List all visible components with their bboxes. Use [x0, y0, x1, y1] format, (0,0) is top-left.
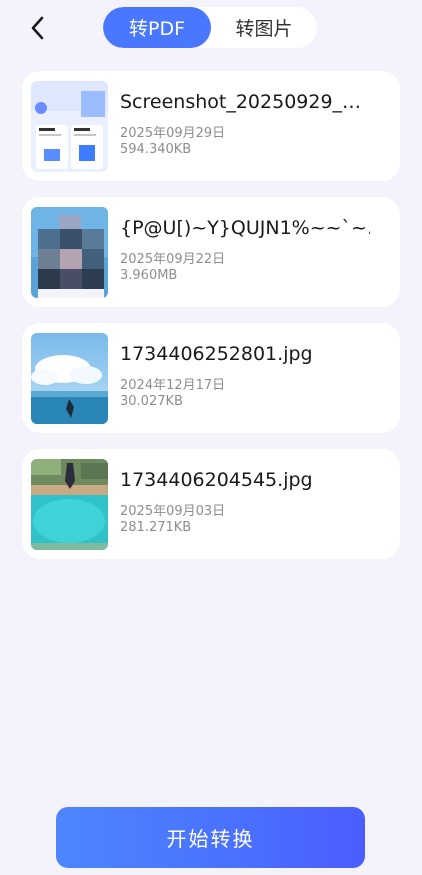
file-date: 2024年12月17日	[120, 378, 226, 393]
chevron-left-icon	[31, 16, 44, 40]
format-tab-switch: 转PDF 转图片	[103, 7, 317, 48]
file-name: {P@U[)~Y}QUJN1%~~`~…	[120, 217, 370, 239]
file-date: 2025年09月03日	[120, 504, 226, 519]
file-name: Screenshot_20250929_…	[120, 91, 362, 113]
file-size: 3.960MB	[120, 268, 178, 283]
file-size: 281.271KB	[120, 520, 192, 535]
file-card[interactable]: Screenshot_20250929_… 2025年09月29日 594.34…	[22, 71, 400, 181]
file-name: 1734406204545.jpg	[120, 469, 313, 491]
back-button[interactable]	[22, 12, 52, 44]
file-size: 594.340KB	[120, 142, 192, 157]
file-thumbnail	[31, 81, 108, 172]
file-thumbnail	[31, 333, 108, 424]
file-thumbnail	[31, 459, 108, 550]
file-name: 1734406252801.jpg	[120, 343, 313, 365]
file-size: 30.027KB	[120, 394, 183, 409]
top-bar: 转PDF 转图片	[0, 0, 422, 56]
file-date: 2025年09月29日	[120, 126, 226, 141]
start-convert-button[interactable]: 开始转换	[56, 807, 365, 868]
tab-to-pdf[interactable]: 转PDF	[103, 7, 211, 48]
file-date: 2025年09月22日	[120, 252, 226, 267]
file-card[interactable]: 1734406204545.jpg 2025年09月03日 281.271KB	[22, 449, 400, 559]
file-card[interactable]: {P@U[)~Y}QUJN1%~~`~… 2025年09月22日 3.960MB	[22, 197, 400, 307]
file-card[interactable]: 1734406252801.jpg 2024年12月17日 30.027KB	[22, 323, 400, 433]
file-thumbnail	[31, 207, 108, 298]
tab-to-image[interactable]: 转图片	[211, 7, 317, 48]
